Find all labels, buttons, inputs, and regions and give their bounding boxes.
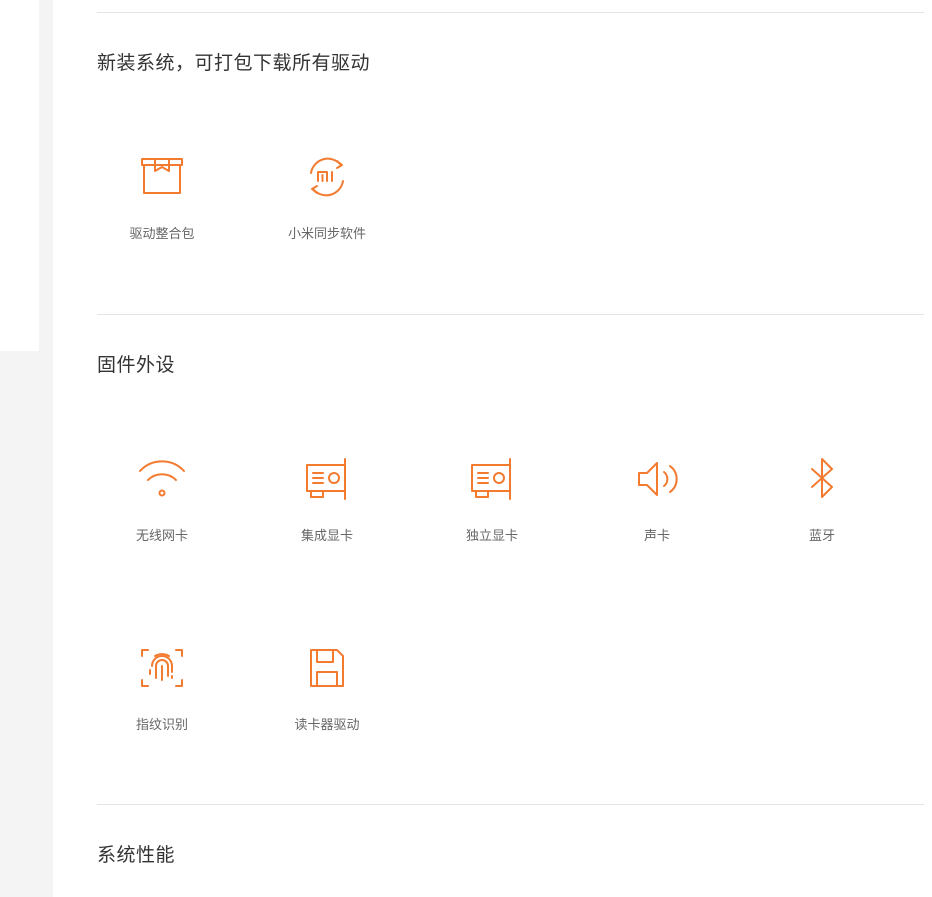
driver-tile-sound-card[interactable]: 声卡 (592, 455, 722, 565)
graphics-card-icon (468, 455, 516, 503)
driver-tile-package[interactable]: 驱动整合包 (97, 153, 227, 263)
driver-tile-bluetooth[interactable]: 蓝牙 (757, 455, 887, 565)
driver-tile-mi-sync[interactable]: 小米同步软件 (262, 153, 392, 263)
driver-label: 声卡 (643, 529, 670, 544)
section-divider (97, 804, 924, 805)
driver-tile-dedicated-graphics[interactable]: 独立显卡 (427, 455, 557, 565)
package-icon (138, 153, 186, 201)
mi-sync-icon (303, 153, 351, 201)
wifi-icon (138, 455, 186, 503)
driver-tile-wifi[interactable]: 无线网卡 (97, 455, 227, 565)
driver-label: 驱动整合包 (129, 227, 195, 242)
bluetooth-icon (798, 455, 846, 503)
left-panel (0, 0, 40, 351)
driver-label: 蓝牙 (808, 529, 835, 544)
section-divider (97, 12, 924, 13)
fingerprint-icon (138, 644, 186, 692)
graphics-card-icon (303, 455, 351, 503)
section-title: 固件外设 (97, 354, 176, 376)
section-title: 系统性能 (97, 844, 176, 866)
left-panel-shadow (39, 0, 53, 351)
left-panel-background (0, 351, 53, 897)
driver-label: 指纹识别 (135, 718, 188, 733)
driver-tile-fingerprint[interactable]: 指纹识别 (97, 644, 227, 754)
speaker-icon (633, 455, 681, 503)
driver-tile-integrated-graphics[interactable]: 集成显卡 (262, 455, 392, 565)
driver-label: 无线网卡 (135, 529, 188, 544)
driver-tile-card-reader[interactable]: 读卡器驱动 (262, 644, 392, 754)
driver-label: 小米同步软件 (287, 227, 366, 242)
section-title: 新装系统，可打包下载所有驱动 (97, 52, 371, 74)
driver-label: 集成显卡 (300, 529, 353, 544)
driver-label: 读卡器驱动 (294, 718, 360, 733)
section-divider (97, 314, 924, 315)
floppy-disk-icon (303, 644, 351, 692)
driver-label: 独立显卡 (465, 529, 518, 544)
